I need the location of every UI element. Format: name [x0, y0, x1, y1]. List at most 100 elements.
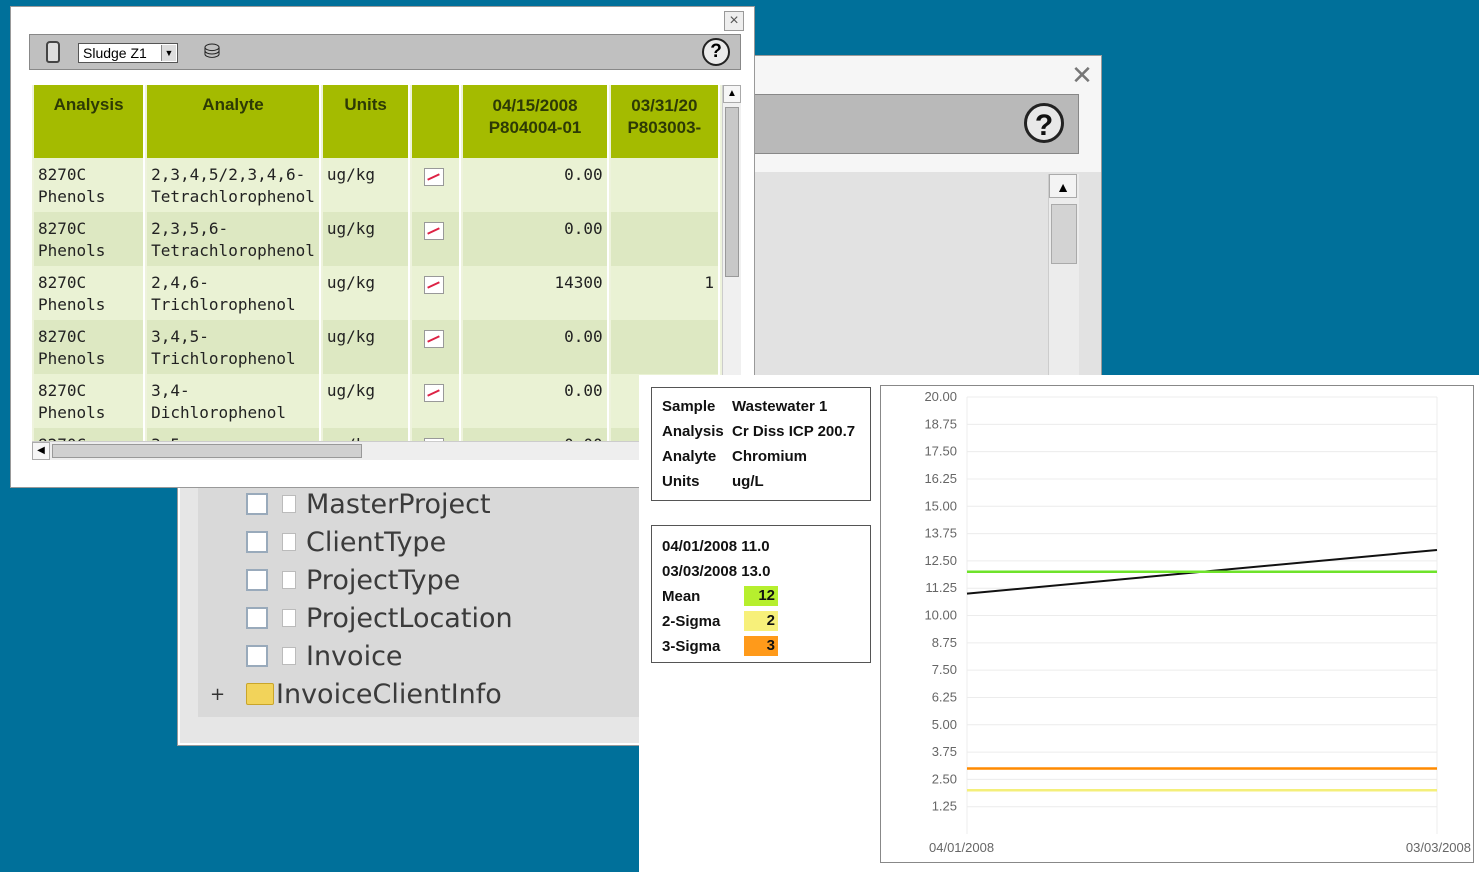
table-row[interactable]: 8270C3,5-Dichlorophenolug/kg 0.00 — [34, 428, 720, 441]
y-tick-label: 13.75 — [924, 526, 957, 541]
table-cell — [610, 212, 720, 266]
scroll-left-arrow-icon[interactable]: ◀ — [32, 442, 50, 460]
y-tick-label: 10.00 — [924, 608, 957, 623]
table-cell: ug/kg — [322, 212, 411, 266]
scroll-thumb[interactable] — [1051, 204, 1077, 264]
table-cell: 8270C Phenols — [34, 266, 146, 320]
tree-item-label: ClientType — [306, 526, 447, 558]
tree-item-label: ProjectLocation — [306, 602, 513, 634]
table-row[interactable]: 8270C Phenols 2,4,6- Trichlorophenol ug/kg… — [34, 266, 720, 320]
scroll-thumb[interactable] — [52, 444, 362, 458]
help-icon[interactable]: ? — [702, 38, 730, 66]
y-tick-label: 17.50 — [924, 444, 957, 459]
y-tick-label: 6.25 — [932, 689, 957, 704]
table-cell: 0.00 — [463, 374, 609, 428]
help-icon[interactable]: ? — [1024, 103, 1064, 143]
stat-key: 3-Sigma — [662, 638, 721, 655]
table-cell: 0.00 — [463, 158, 609, 212]
sample-select[interactable]: Sludge Z1 ▼ — [78, 43, 178, 63]
x-tick-label: 03/03/2008 — [1406, 840, 1471, 855]
table-cell: 3,5-Dichlorophenol — [147, 428, 321, 441]
table-cell: 0.00 — [463, 428, 609, 441]
checkbox[interactable] — [246, 493, 268, 515]
chart-icon[interactable] — [424, 276, 445, 294]
tree-item[interactable]: ProjectLocation — [246, 600, 513, 636]
table-cell: 14300 — [463, 266, 609, 320]
toolbar: ? — [741, 94, 1079, 154]
column-header[interactable]: Analyte — [147, 85, 321, 158]
y-tick-label: 20.00 — [924, 389, 957, 404]
background-window: ✕ ? ▲ — [740, 55, 1102, 387]
stat-key: Mean — [662, 588, 701, 605]
stats-box: 04/01/2008 11.0 03/03/2008 13.0 Mean 12 … — [651, 525, 871, 663]
column-header[interactable]: Analysis — [34, 85, 146, 158]
tree-item-label: MasterProject — [306, 488, 491, 520]
table-cell: 2,4,6- Trichlorophenol — [147, 266, 321, 320]
checkbox[interactable] — [246, 645, 268, 667]
expand-icon[interactable]: + — [210, 684, 225, 705]
horizontal-scrollbar[interactable]: ◀ — [32, 441, 722, 460]
vertical-scrollbar[interactable]: ▲ — [1048, 174, 1079, 386]
tree-item[interactable]: ProjectType — [246, 562, 460, 598]
info-value: Chromium — [732, 448, 807, 465]
document-icon — [282, 647, 296, 665]
tree-item-folder[interactable]: + InvoiceClientInfo — [210, 676, 502, 712]
table-cell: 0.00 — [463, 320, 609, 374]
table-row[interactable]: 8270C Phenols 2,3,4,5/2,3,4,6- Tetrachlor… — [34, 158, 720, 212]
info-value: ug/L — [732, 473, 764, 490]
info-key: Units — [662, 473, 700, 490]
scroll-thumb[interactable] — [725, 107, 739, 277]
x-tick-label: 04/01/2008 — [929, 840, 994, 855]
scroll-up-arrow-icon[interactable]: ▲ — [723, 85, 741, 103]
table-cell: ug/kg — [322, 374, 411, 428]
info-value: Cr Diss ICP 200.7 — [732, 423, 856, 440]
table-cell: 8270C — [34, 428, 146, 441]
checkbox[interactable] — [246, 607, 268, 629]
table-cell: 8270C Phenols — [34, 158, 146, 212]
export-icon[interactable]: ⛁ — [198, 41, 226, 63]
checkbox[interactable] — [246, 531, 268, 553]
y-tick-label: 2.50 — [932, 771, 957, 786]
column-header[interactable]: 04/15/2008 P804004-01 — [463, 85, 609, 158]
y-tick-label: 7.50 — [932, 662, 957, 677]
control-chart-panel: Sample Wastewater 1 Analysis Cr Diss ICP 2… — [639, 375, 1479, 872]
y-tick-label: 8.75 — [932, 635, 957, 650]
y-tick-label: 3.75 — [932, 744, 957, 759]
close-icon[interactable]: × — [724, 11, 744, 31]
table-cell — [412, 428, 462, 441]
tree-item[interactable]: ClientType — [246, 524, 446, 560]
y-tick-label: 1.25 — [932, 799, 957, 814]
chart-icon[interactable] — [424, 330, 445, 348]
table-cell: ug/kg — [322, 320, 411, 374]
scroll-up-arrow-icon[interactable]: ▲ — [1049, 174, 1077, 198]
y-tick-label: 5.00 — [932, 717, 957, 732]
chevron-down-icon[interactable]: ▼ — [161, 45, 176, 61]
column-header[interactable]: Units — [322, 85, 411, 158]
column-header[interactable]: 03/31/20 P803003- — [610, 85, 720, 158]
sample-info-box: Sample Wastewater 1 Analysis Cr Diss ICP 2… — [651, 387, 871, 501]
document-icon — [282, 609, 296, 627]
results-table: Analysis Analyte Units 04/15/2008 P80400… — [32, 85, 722, 441]
checkbox[interactable] — [246, 569, 268, 591]
table-row[interactable]: 8270C Phenols 3,4,5- Trichlorophenol ug/kg… — [34, 320, 720, 374]
close-icon[interactable]: ✕ — [1069, 62, 1095, 88]
table-cell: 8270C Phenols — [34, 320, 146, 374]
table-cell: 2,3,5,6- Tetrachlorophenol — [147, 212, 321, 266]
control-chart: 20.00 18.75 17.50 16.25 15.00 13.75 12.50 11.25… — [880, 385, 1474, 863]
table-cell — [610, 158, 720, 212]
table-cell: ug/kg — [322, 266, 411, 320]
two-sigma-swatch: 2 — [744, 611, 778, 631]
three-sigma-swatch: 3 — [744, 636, 778, 656]
sample-container-icon — [46, 41, 60, 63]
tree-item[interactable]: Invoice — [246, 638, 403, 674]
chart-icon[interactable] — [424, 222, 445, 240]
table-row[interactable]: 8270C Phenols 2,3,5,6- Tetrachlorophenol u… — [34, 212, 720, 266]
table-row[interactable]: 8270C Phenols 3,4-Dichlorophenol ug/kg 0.00 — [34, 374, 720, 428]
chart-icon[interactable] — [424, 168, 445, 186]
mean-swatch: 12 — [744, 586, 778, 606]
tree-item-label: InvoiceClientInfo — [276, 678, 502, 710]
chart-icon[interactable] — [424, 384, 445, 402]
table-cell — [412, 266, 462, 320]
table-cell — [412, 212, 462, 266]
tree-item[interactable]: MasterProject — [246, 486, 491, 522]
